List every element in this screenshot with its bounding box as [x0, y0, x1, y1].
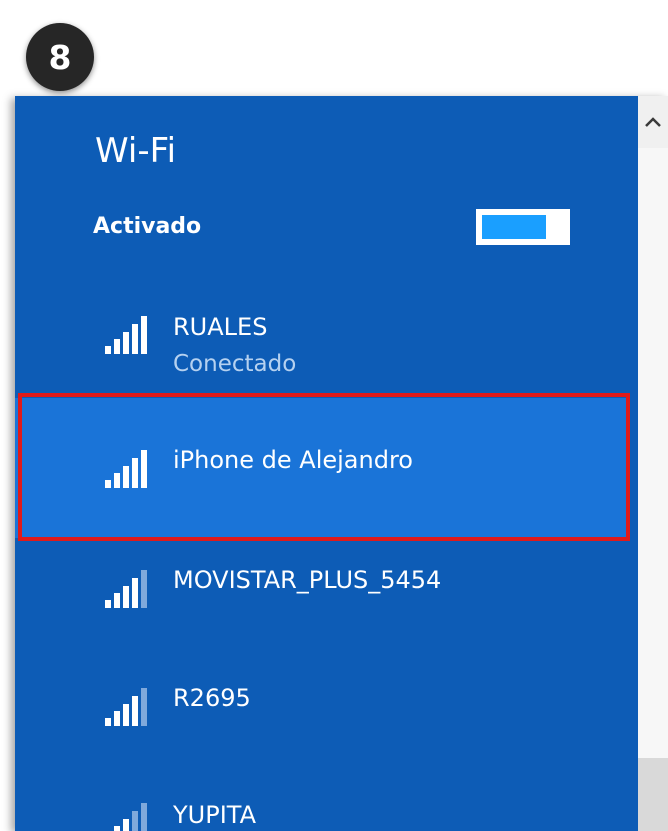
network-name: R2695	[173, 684, 251, 712]
network-item-r2695[interactable]: R2695	[15, 656, 627, 766]
wifi-toggle-switch[interactable]	[476, 209, 570, 245]
network-item-movistar-plus-5454[interactable]: MOVISTAR_PLUS_5454	[15, 538, 627, 648]
toggle-thumb[interactable]	[547, 212, 567, 242]
toggle-track-fill	[482, 215, 546, 239]
scroll-up-button[interactable]	[638, 96, 668, 148]
wifi-signal-icon	[105, 568, 153, 608]
network-name: MOVISTAR_PLUS_5454	[173, 566, 442, 594]
network-name: RUALES	[173, 313, 268, 341]
vertical-scrollbar[interactable]	[638, 96, 668, 831]
step-number-badge: 8	[26, 23, 94, 91]
network-connection-status: Conectado	[173, 351, 297, 377]
scrollbar-thumb[interactable]	[638, 148, 668, 758]
wifi-status-label: Activado	[93, 214, 202, 239]
network-item-yupita[interactable]: YUPITA	[15, 771, 627, 831]
network-item-ruales[interactable]: RUALES Conectado	[15, 286, 627, 396]
network-name: YUPITA	[173, 801, 256, 829]
panel-title: Wi-Fi	[95, 131, 177, 171]
wifi-signal-icon	[105, 801, 153, 831]
selection-highlight-box	[18, 393, 630, 541]
wifi-signal-icon	[105, 314, 153, 354]
chevron-up-icon	[645, 117, 661, 127]
wifi-signal-icon	[105, 686, 153, 726]
